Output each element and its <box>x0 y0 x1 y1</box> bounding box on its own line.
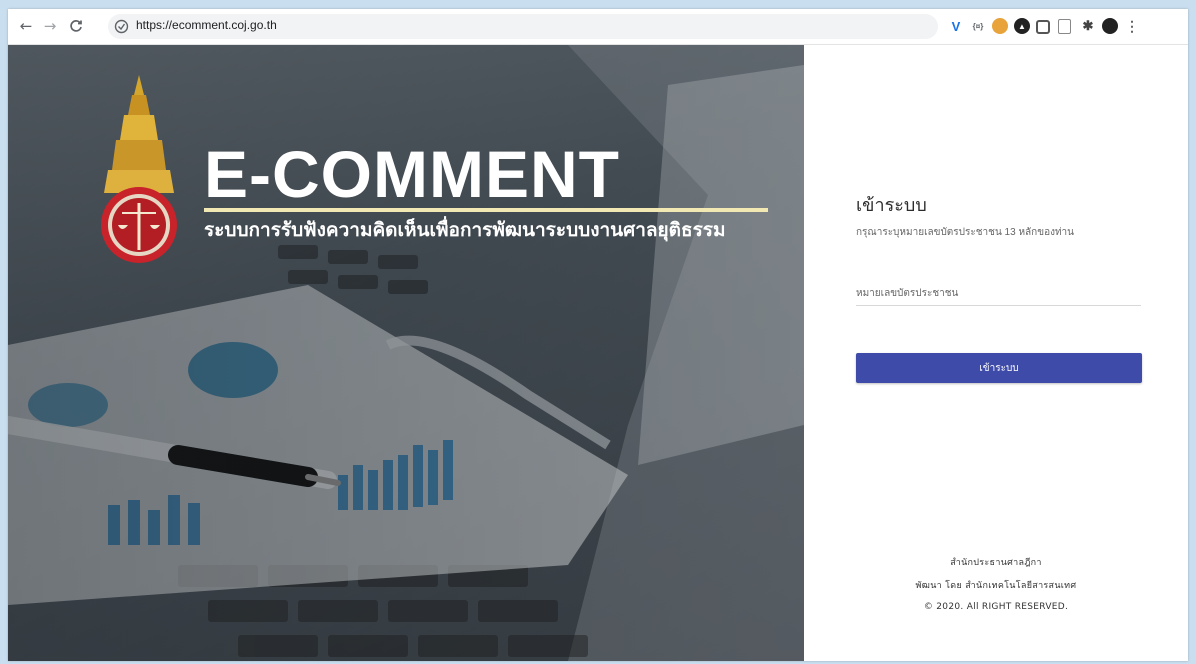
more-vertical-icon[interactable]: ⋮ <box>1124 18 1140 34</box>
footer-developer: พัฒนา โดย สำนักเทคโนโลยีสารสนเทศ <box>915 581 1077 591</box>
login-title: เข้าระบบ <box>856 195 927 215</box>
browser-window: ← → https://ecomment.coj.go.th V {¤} ▲ ✱… <box>8 9 1188 661</box>
login-button[interactable]: เข้าระบบ <box>856 353 1142 383</box>
vpn-extension-icon[interactable]: V <box>948 18 964 34</box>
back-icon[interactable]: ← <box>16 16 36 36</box>
address-bar[interactable]: https://ecomment.coj.go.th <box>108 14 938 39</box>
court-emblem-logo <box>101 75 177 263</box>
clipboard-extension-icon[interactable] <box>1058 19 1071 34</box>
hero-banner: E-COMMENT ระบบการรับฟังความคิดเห็นเพื่อก… <box>8 45 804 661</box>
brand-subtitle: ระบบการรับฟังความคิดเห็นเพื่อการพัฒนาระบ… <box>204 220 726 241</box>
puzzle-extension-icon[interactable]: ✱ <box>1080 18 1096 34</box>
login-instruction: กรุณาระบุหมายเลขบัตรประชาชน 13 หลักของท่… <box>856 227 1074 238</box>
browser-toolbar: ← → https://ecomment.coj.go.th V {¤} ▲ ✱… <box>8 9 1188 45</box>
reload-icon[interactable] <box>66 16 86 36</box>
forward-icon[interactable]: → <box>40 16 60 36</box>
login-panel: เข้าระบบ กรุณาระบุหมายเลขบัตรประชาชน 13 … <box>804 45 1188 661</box>
profile-avatar-icon[interactable] <box>1102 18 1118 34</box>
dark-extension-icon[interactable]: ▲ <box>1014 18 1030 34</box>
footer-copyright: © 2020. All RIGHT RESERVED. <box>923 602 1069 612</box>
brand-title: E-COMMENT <box>204 137 620 211</box>
url-text: https://ecomment.coj.go.th <box>136 18 277 32</box>
citizen-id-input[interactable] <box>856 281 1141 306</box>
code-extension-icon[interactable]: {¤} <box>970 18 986 34</box>
screenshot-extension-icon[interactable] <box>1036 20 1050 34</box>
footer-org: สำนักประธานศาลฎีกา <box>950 558 1042 568</box>
brand-divider <box>204 208 768 212</box>
site-info-icon[interactable] <box>114 19 129 34</box>
honey-extension-icon[interactable] <box>992 18 1008 34</box>
